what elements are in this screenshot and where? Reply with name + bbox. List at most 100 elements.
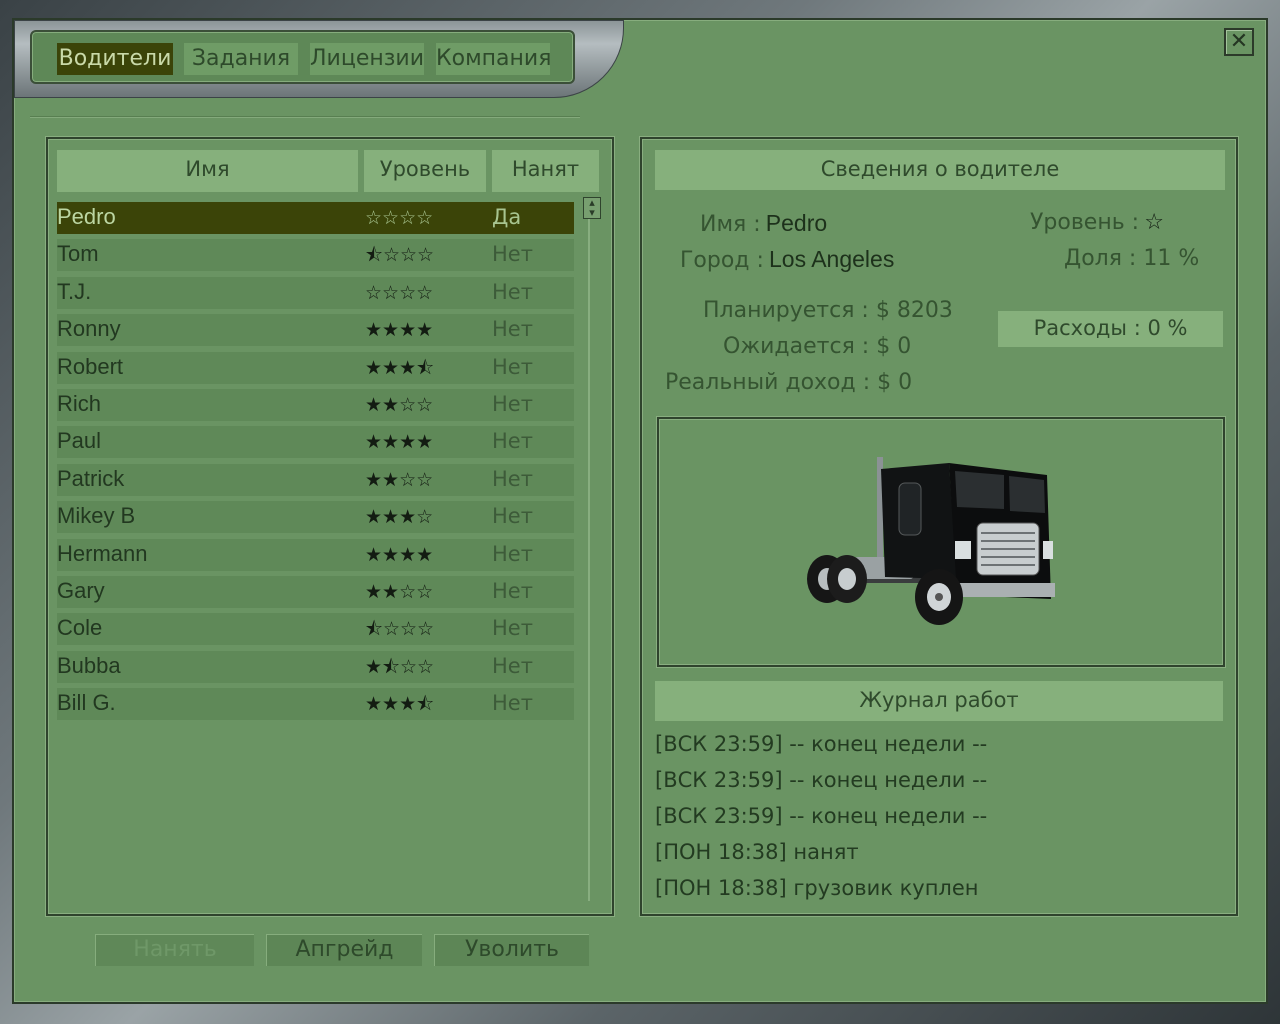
driver-hired-status: Нет	[492, 616, 533, 641]
driver-level-stars: ★★☆☆	[365, 468, 434, 491]
driver-row[interactable]: Rich ★★☆☆ Нет	[57, 389, 574, 421]
driver-level-stars: ★★★☆	[365, 506, 434, 529]
driver-name: Gary	[57, 578, 105, 603]
driver-hired-status: Нет	[492, 242, 533, 267]
city-label: Город :	[680, 248, 764, 273]
driver-level-stars: ★⯪☆☆	[365, 655, 435, 678]
driver-name: Robert	[57, 353, 124, 379]
driver-row[interactable]: Cole ⯪☆☆☆ Нет	[57, 613, 574, 646]
driver-level-stars: ⯪☆☆☆	[365, 244, 435, 267]
driver-row[interactable]: Paul ★★★★ Нет	[57, 426, 574, 459]
hire-button[interactable]: Нанять	[95, 934, 254, 966]
driver-level-stars: ★★☆☆	[365, 394, 434, 416]
journal-entry-time: [ПОН 18:38]	[655, 876, 787, 900]
driver-row[interactable]: Robert ★★★⯪ Нет	[57, 351, 574, 384]
journal-entry-text: -- конец недели --	[789, 768, 988, 792]
upgrade-button[interactable]: Апгрейд	[266, 934, 422, 966]
journal-entry: [ПОН 18:38] грузовик куплен	[655, 873, 979, 905]
journal-entry-time: [ВСК 23:59]	[655, 732, 783, 756]
driver-level-stars: ☆☆☆☆	[365, 207, 434, 229]
journal-entry: [ВСК 23:59] -- конец недели --	[655, 801, 987, 833]
journal-entry-text: -- конец недели --	[789, 804, 988, 828]
level-info: Уровень : ☆	[1030, 210, 1164, 235]
driver-hired-status: Нет	[492, 579, 533, 603]
driver-name: Hermann	[57, 540, 148, 566]
journal-entry-time: [ВСК 23:59]	[655, 768, 783, 792]
column-header-hired[interactable]: Нанят	[492, 150, 599, 192]
driver-name: Mikey B	[57, 503, 136, 529]
close-button[interactable]: ✕	[1224, 28, 1254, 56]
driver-hired-status: Нет	[492, 504, 533, 529]
driver-level-stars: ★★★★	[365, 543, 434, 566]
driver-row[interactable]: Patrick ★★☆☆ Нет	[57, 463, 574, 496]
journal-entry: [ПОН 18:38] нанят	[655, 837, 859, 869]
fire-button[interactable]: Уволить	[434, 934, 589, 966]
driver-row[interactable]: Pedro ☆☆☆☆ Да	[57, 202, 574, 234]
driver-hired-status: Нет	[492, 392, 533, 416]
driver-row[interactable]: Ronny ★★★★ Нет	[57, 314, 574, 347]
driver-hired-status: Нет	[492, 279, 533, 304]
tab-licenses[interactable]: Лицензии	[310, 43, 424, 75]
driver-name: Bubba	[57, 652, 121, 678]
driver-row[interactable]: T.J. ☆☆☆☆ Нет	[57, 276, 574, 309]
truck-image	[807, 457, 1055, 625]
expected-income: Ожидается : $ 0	[723, 334, 912, 359]
expenses-box[interactable]: Расходы : 0 %	[998, 311, 1223, 347]
driver-name: Pedro	[57, 204, 116, 229]
close-icon: ✕	[1229, 29, 1249, 54]
driver-row[interactable]: Hermann ★★★★ Нет	[57, 538, 574, 571]
journal-entry: [ВСК 23:59] -- конец недели --	[655, 729, 987, 761]
tab-company[interactable]: Компания	[436, 43, 551, 75]
driver-level-stars: ★★★★	[365, 319, 434, 342]
driver-row[interactable]: Gary ★★☆☆ Нет	[57, 576, 574, 608]
driver-name: T.J.	[57, 278, 92, 304]
journal-entry: [ВСК 23:59] -- конец недели --	[655, 765, 987, 797]
driver-hired-status: Нет	[492, 429, 533, 454]
tab-bar: Водители Задания Лицензии Компания	[30, 30, 575, 84]
scroll-arrows-icon: ▴ ▾	[589, 196, 595, 219]
driver-hired-status: Нет	[492, 691, 533, 716]
column-header-name[interactable]: Имя	[57, 150, 358, 192]
level-star-icon: ☆	[1144, 210, 1164, 235]
level-label: Уровень :	[1030, 210, 1140, 235]
journal-entry-text: -- конец недели --	[789, 732, 988, 756]
driver-row[interactable]: Bill G. ★★★⯪ Нет	[57, 688, 574, 721]
column-header-level[interactable]: Уровень	[364, 150, 486, 192]
driver-level-stars: ⯪☆☆☆	[365, 618, 435, 641]
tab-drivers[interactable]: Водители	[57, 43, 173, 75]
journal-title: Журнал работ	[655, 681, 1223, 721]
driver-level-stars: ★★★★	[365, 431, 434, 454]
city-value: Los Angeles	[769, 246, 895, 272]
driver-name: Ronny	[57, 316, 121, 342]
driver-level-stars: ☆☆☆☆	[365, 281, 434, 304]
journal-entry-time: [ПОН 18:38]	[655, 840, 787, 864]
driver-name: Tom	[57, 241, 99, 267]
scrollbar-track[interactable]	[588, 197, 596, 901]
journal-entry-text: грузовик куплен	[793, 876, 979, 900]
driver-name: Patrick	[57, 465, 125, 491]
journal-entry-time: [ВСК 23:59]	[655, 804, 783, 828]
driver-row[interactable]: Mikey B ★★★☆ Нет	[57, 501, 574, 534]
driver-name: Rich	[57, 391, 102, 416]
scrollbar-thumb[interactable]: ▴ ▾	[583, 197, 601, 219]
driver-name: Bill G.	[57, 690, 116, 716]
driver-hired-status: Нет	[492, 354, 533, 379]
driver-level-stars: ★★★⯪	[365, 356, 435, 379]
tab-tasks[interactable]: Задания	[184, 43, 298, 75]
truck-image-frame	[657, 417, 1225, 667]
driver-name: Paul	[57, 428, 102, 454]
driver-hired-status: Нет	[492, 541, 533, 566]
name-info: Имя : Pedro	[700, 210, 827, 237]
divider	[30, 116, 580, 118]
driver-hired-status: Нет	[492, 317, 533, 342]
driver-level-stars: ★★☆☆	[365, 581, 434, 603]
share-info: Доля : 11 %	[1064, 246, 1200, 271]
driver-hired-status: Да	[492, 205, 522, 229]
city-info: Город : Los Angeles	[680, 246, 894, 273]
name-label: Имя :	[700, 212, 761, 237]
name-value: Pedro	[765, 210, 828, 236]
driver-row[interactable]: Tom ⯪☆☆☆ Нет	[57, 239, 574, 272]
details-title: Сведения о водителе	[655, 150, 1225, 190]
driver-row[interactable]: Bubba ★⯪☆☆ Нет	[57, 650, 574, 683]
driver-hired-status: Нет	[492, 653, 533, 678]
